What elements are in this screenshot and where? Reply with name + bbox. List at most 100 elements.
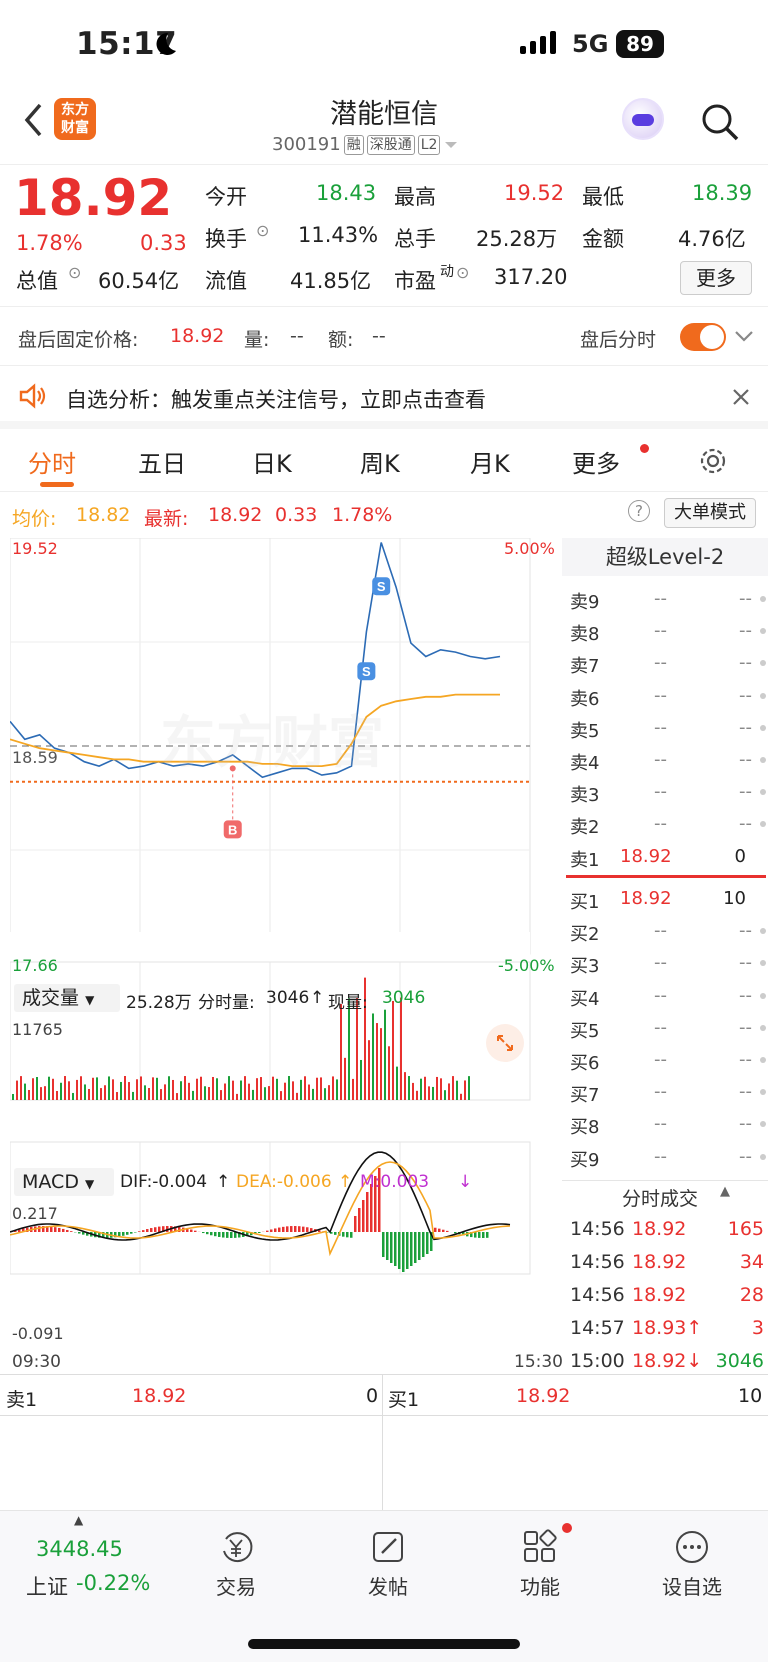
ask-row[interactable]: 卖3 -- -- [562,777,768,809]
bid-row[interactable]: 买2 -- -- [562,916,768,948]
tab-weekly-k[interactable]: 周K [360,444,400,479]
volume-bar [344,1057,346,1100]
tag-l2: L2 [417,134,441,155]
ask-row[interactable]: 卖6 -- -- [562,681,768,713]
tab-five-day[interactable]: 五日 [138,444,186,479]
volume-bar [420,1078,422,1100]
bid-row[interactable]: 买9 -- -- [562,1142,768,1174]
volume-bar [276,1078,278,1100]
help-icon[interactable]: ? [628,500,650,522]
tab-post[interactable]: 发帖 [338,1511,438,1611]
bid-label: 买2 [570,924,600,946]
info-icon[interactable]: ⊙ [256,221,269,240]
index-value[interactable]: 3448.45 [36,1537,123,1561]
indicator-selector[interactable]: MACD ▼ [14,1168,114,1196]
tag-margin: 融 [343,134,364,155]
bid-row[interactable]: 买4 -- -- [562,981,768,1013]
volume-bar [144,1085,146,1100]
dropdown-icon[interactable] [443,139,459,151]
tag-connect: 深股通 [366,134,415,155]
info-icon[interactable]: ⊙ [68,263,81,282]
volume-bar [396,1066,398,1100]
volume-bar [228,1076,230,1100]
volume-value: 25.28万 [476,227,558,251]
volume-bar [148,1088,150,1100]
tab-functions[interactable]: 功能 [490,1511,590,1611]
signal-icon [520,31,556,54]
ask-row[interactable]: 卖4 -- -- [562,745,768,777]
ask-row[interactable]: 卖1 18.92 0 [562,842,768,874]
volume-bar [428,1086,430,1100]
time-start-label: 09:30 [12,1352,61,1372]
macd-bar [446,1230,449,1232]
macd-bar [146,1229,149,1232]
bid-row[interactable]: 买1 18.92 10 [562,884,768,916]
ask-row[interactable]: 卖9 -- -- [562,584,768,616]
trade-row: 14:56 18.92 165 [562,1214,768,1246]
bid-row[interactable]: 买3 -- -- [562,948,768,980]
ask-row[interactable]: 卖5 -- -- [562,713,768,745]
macd-bar [122,1232,125,1236]
tab-trade[interactable]: 交易 [186,1511,286,1611]
volume-bar [76,1079,78,1100]
info-icon[interactable]: ⊙ [456,263,469,282]
bid-volume: -- [739,1049,752,1070]
ask-price: 18.92 [620,845,672,867]
tab-intraday[interactable]: 分时 [28,444,76,479]
macd-bar [194,1230,197,1232]
assistant-avatar[interactable] [622,98,664,140]
dot-icon [760,821,766,828]
big-order-mode-button[interactable]: 大单模式 [664,498,756,528]
macd-bar [426,1232,429,1254]
ask-row[interactable]: 卖8 -- -- [562,616,768,648]
macd-bar [438,1228,441,1232]
settings-gear-icon[interactable] [698,446,728,476]
notice-banner[interactable]: 自选分析：触发重点关注信号，立即点击查看 [0,367,768,429]
volume-bar [316,1077,318,1100]
volume-bar [352,1078,354,1100]
tab-monthly-k[interactable]: 月K [470,444,510,479]
volume-bar [12,1094,14,1100]
intraday-chart[interactable]: BSS 19.52 5.00% 18.59 17.66 -5.00% 东方财富 … [9,537,563,1380]
bid-row[interactable]: 买6 -- -- [562,1045,768,1077]
macd-bar [302,1226,305,1232]
caret-up-icon[interactable]: ▲ [74,1513,83,1527]
volume-selector[interactable]: 成交量 ▼ [14,984,120,1012]
more-button[interactable]: 更多 [680,261,752,295]
level2-title: 超级Level-2 [562,538,768,576]
expand-icon[interactable] [486,1024,524,1062]
macd-bar [214,1232,217,1237]
volume-bar [448,1083,450,1100]
bid-price: -- [654,920,667,942]
bid-price: -- [654,1016,667,1038]
after-hours-toggle[interactable] [680,323,726,351]
ask1-label: 卖1 [6,1389,38,1411]
ask-row[interactable]: 卖2 -- -- [562,809,768,841]
volume-bar [372,1013,374,1100]
macd-bar [358,1208,361,1232]
macd-bar [478,1232,481,1238]
after-hours-price: 18.92 [170,325,225,347]
ask-row[interactable]: 卖7 -- -- [562,648,768,680]
tab-daily-k[interactable]: 日K [252,444,292,479]
search-icon[interactable] [700,102,740,142]
tab-add-watchlist[interactable]: 设自选 [642,1511,742,1611]
dot-icon [760,1121,766,1128]
volume-bar [280,1091,282,1100]
trade-time: 14:56 [570,1284,625,1306]
after-hours-bar: 盘后固定价格: 18.92 量: -- 额: -- 盘后分时 [0,306,768,366]
chevron-down-icon[interactable] [734,329,754,343]
ask-volume: -- [739,781,752,803]
bid-row[interactable]: 买5 -- -- [562,1013,768,1045]
ask-label: 卖1 [570,849,600,871]
ask-price: -- [654,749,667,770]
bid-row[interactable]: 买8 -- -- [562,1109,768,1141]
bid-row[interactable]: 买7 -- -- [562,1077,768,1109]
caret-up-icon[interactable]: ▲ [720,1184,730,1199]
volume-bar [16,1080,18,1100]
close-icon[interactable] [732,388,750,406]
notification-dot [562,1523,572,1533]
bid-label: 买1 [570,892,600,913]
tab-more[interactable]: 更多 [572,444,620,479]
trade-volume: 165 [727,1218,764,1240]
